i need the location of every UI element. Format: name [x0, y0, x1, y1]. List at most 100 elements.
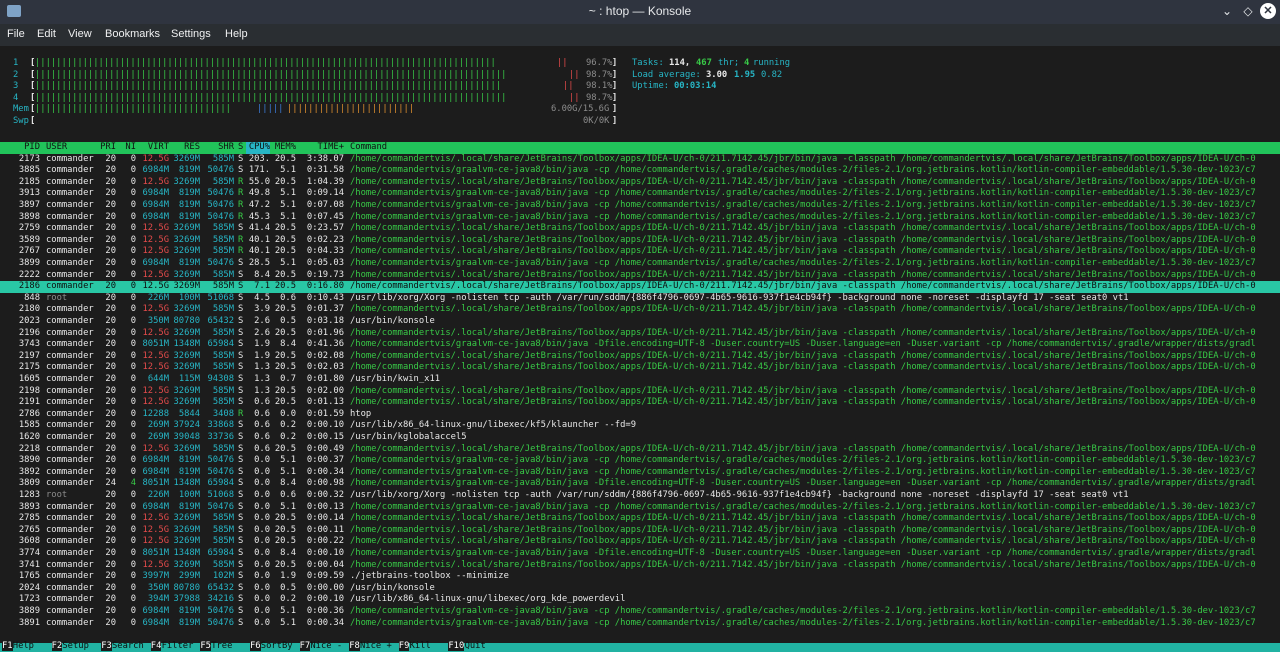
process-row[interactable]: 2785 commander 20 0 12.5G 3269M 585M S 0.0 20.5 0:…: [0, 513, 1280, 525]
process-row[interactable]: 2024 commander 20 0 350M 80780 65432 S 0.0 0.5 0:0…: [0, 583, 1280, 595]
process-row[interactable]: 2180 commander 20 0 12.5G 3269M 585M S 3.9 20.5 0:…: [0, 304, 1280, 316]
process-row[interactable]: 3608 commander 20 0 12.5G 3269M 585M S 0.0 20.5 0:…: [0, 536, 1280, 548]
process-row[interactable]: 3893 commander 20 0 6984M 819M 50476 S 0.0 5.1 0:0…: [0, 502, 1280, 514]
process-row[interactable]: 1283 root 20 0 226M 100M 51068 S 0.0 0.6 0:00.32/u…: [0, 490, 1280, 502]
column-header-cpu[interactable]: CPU%: [246, 142, 270, 154]
minimize-icon[interactable]: ⌄: [1219, 3, 1235, 19]
function-key-f1[interactable]: F1: [2, 641, 13, 651]
column-header-s[interactable]: S: [238, 142, 246, 154]
process-row[interactable]: 1605 commander 20 0 644M 115M 94308 S 1.3 0.7 0:01…: [0, 374, 1280, 386]
function-key-f7[interactable]: F7: [299, 641, 311, 651]
process-row[interactable]: 3743 commander 20 0 8051M 1348M 65984 S 1.9 8.4 0:…: [0, 339, 1280, 351]
cpu-cell: 55.0: [248, 176, 270, 187]
process-row[interactable]: 3890 commander 20 0 6984M 819M 50476 S 0.0 5.1 0:0…: [0, 455, 1280, 467]
process-row[interactable]: 2173 commander 20 0 12.5G 3269M 585M S 203. 20.5 3…: [0, 154, 1280, 166]
process-row[interactable]: 2198 commander 20 0 12.5G 3269M 585M S 1.3 20.5 0:…: [0, 386, 1280, 398]
cpu-cell: 47.2: [248, 200, 270, 210]
process-row[interactable]: 3809 commander 24 4 8051M 1348M 65984 S 0.0 8.4 0:…: [0, 478, 1280, 490]
mem-cell: 8.4: [280, 548, 296, 558]
column-header-pid[interactable]: PID: [0, 142, 40, 154]
column-header-ni[interactable]: NI: [120, 142, 136, 154]
process-row[interactable]: 3774 commander 20 0 8051M 1348M 65984 S 0.0 8.4 0:…: [0, 548, 1280, 560]
process-row[interactable]: 3892 commander 20 0 6984M 819M 50476 S 0.0 5.1 0:0…: [0, 467, 1280, 479]
process-row[interactable]: 2175 commander 20 0 12.5G 3269M 585M S 1.3 20.5 0:…: [0, 362, 1280, 374]
process-row[interactable]: 2767 commander 20 0 12.5G 3269M 585M R 40.1 20.5 0…: [0, 246, 1280, 258]
close-icon[interactable]: ✕: [1260, 3, 1276, 19]
process-row[interactable]: 3897 commander 20 0 6984M 819M 50476 R 47.2 5.1 0:…: [0, 200, 1280, 212]
time-cell: 0:03.18: [306, 316, 344, 326]
time-cell: 0:00.14: [306, 513, 344, 524]
function-key-f6[interactable]: F6: [250, 641, 261, 651]
process-row[interactable]: 1723 commander 20 0 394M 37988 34216 S 0.0 0.2 0:0…: [0, 594, 1280, 606]
function-key-label[interactable]: Tree: [211, 641, 232, 651]
function-key-label[interactable]: Quit: [465, 641, 486, 651]
ni-cell: 0: [130, 223, 136, 234]
menu-file[interactable]: File: [7, 28, 25, 40]
function-key-f5[interactable]: F5: [200, 641, 211, 651]
terminal-area[interactable]: 1[||||||||||||||||||||||||||||||||||||||…: [0, 46, 1280, 652]
state-cell: S: [238, 362, 244, 373]
res-cell: 100M: [178, 292, 200, 303]
function-key-label[interactable]: Filter: [162, 641, 194, 651]
function-key-label[interactable]: Nice -: [310, 641, 342, 651]
process-row[interactable]: 848 root 20 0 226M 100M 51068 S 4.5 0.6 0:10.43/us…: [0, 293, 1280, 305]
command-cell: /home/commandertvis/.local/share/JetBrai…: [350, 443, 1256, 454]
process-row[interactable]: 2765 commander 20 0 12.5G 3269M 585M S 0.0 20.5 0:…: [0, 525, 1280, 537]
state-cell: S: [238, 571, 244, 582]
process-row[interactable]: 3891 commander 20 0 6984M 819M 50476 S 0.0 5.1 0:0…: [0, 618, 1280, 630]
function-key-f9[interactable]: F9: [398, 641, 410, 651]
maximize-icon[interactable]: ◇: [1240, 3, 1256, 19]
column-header-virt[interactable]: VIRT: [139, 142, 169, 154]
function-key-label[interactable]: Search: [112, 641, 144, 651]
function-key-f10[interactable]: F10: [448, 641, 465, 651]
column-header-mem[interactable]: MEM%: [272, 142, 296, 154]
process-row[interactable]: 1620 commander 20 0 269M 39048 33736 S 0.6 0.2 0:0…: [0, 432, 1280, 444]
process-row[interactable]: 3741 commander 20 0 12.5G 3269M 585M S 0.0 20.5 0:…: [0, 560, 1280, 572]
process-row[interactable]: 1585 commander 20 0 269M 37924 33868 S 0.6 0.2 0:0…: [0, 420, 1280, 432]
function-key-label[interactable]: Setup: [62, 641, 88, 651]
menu-settings[interactable]: Settings: [171, 28, 211, 40]
process-row[interactable]: 2197 commander 20 0 12.5G 3269M 585M S 1.9 20.5 0:…: [0, 351, 1280, 363]
process-row[interactable]: 2759 commander 20 0 12.5G 3269M 585M S 41.4 20.5 0…: [0, 223, 1280, 235]
function-key-f3[interactable]: F3: [101, 641, 112, 651]
process-row[interactable]: 3899 commander 20 0 6984M 819M 50476 S 28.5 5.1 0:…: [0, 258, 1280, 270]
process-row[interactable]: 2023 commander 20 0 350M 80780 65432 S 2.6 0.5 0:0…: [0, 316, 1280, 328]
state-cell: S: [238, 443, 244, 454]
process-row[interactable]: 2186 commander 20 0 12.5G 3269M 585M S 7.1 20.5 0:…: [0, 281, 1280, 293]
mem-cell: 5.1: [280, 211, 296, 222]
cpu-cell: 0.0: [254, 548, 270, 558]
function-key-f2[interactable]: F2: [51, 641, 63, 651]
process-row[interactable]: 2786 commander 20 0 12288 5844 3408 R 0.6 0.0 0:01…: [0, 409, 1280, 421]
state-cell: S: [238, 281, 244, 292]
column-header-command[interactable]: Command: [350, 142, 1280, 154]
column-header-shr[interactable]: SHR: [203, 142, 234, 154]
process-row[interactable]: 3898 commander 20 0 6984M 819M 50476 R 45.3 5.1 0:…: [0, 212, 1280, 224]
menu-edit[interactable]: Edit: [37, 28, 56, 40]
column-header-pri[interactable]: PRI: [92, 142, 116, 154]
process-row[interactable]: 1765 commander 20 0 3997M 299M 102M S 0.0 1.9 0:09…: [0, 571, 1280, 583]
process-row[interactable]: 2191 commander 20 0 12.5G 3269M 585M S 0.6 20.5 0:…: [0, 397, 1280, 409]
process-row[interactable]: 2218 commander 20 0 12.5G 3269M 585M S 0.6 20.5 0:…: [0, 444, 1280, 456]
menu-view[interactable]: View: [68, 28, 92, 40]
process-row[interactable]: 2222 commander 20 0 12.5G 3269M 585M S 8.4 20.5 0:…: [0, 270, 1280, 282]
process-row[interactable]: 3913 commander 20 0 6984M 819M 50476 R 49.8 5.1 0:…: [0, 188, 1280, 200]
process-row[interactable]: 3589 commander 20 0 12.5G 3269M 585M R 40.1 20.5 0…: [0, 235, 1280, 247]
column-header-time[interactable]: TIME+: [298, 142, 344, 154]
function-key-label[interactable]: SortBy: [261, 641, 293, 651]
process-row[interactable]: 2196 commander 20 0 12.5G 3269M 585M S 2.6 20.5 0:…: [0, 328, 1280, 340]
function-key-label[interactable]: Nice +: [360, 641, 392, 651]
menu-help[interactable]: Help: [225, 28, 248, 40]
column-header-res[interactable]: RES: [172, 142, 200, 154]
process-row[interactable]: 3889 commander 20 0 6984M 819M 50476 S 0.0 5.1 0:0…: [0, 606, 1280, 618]
menu-bookmarks[interactable]: Bookmarks: [105, 28, 160, 40]
cpu-cell: 171.: [248, 165, 270, 176]
function-key-f4[interactable]: F4: [150, 641, 162, 651]
process-row[interactable]: 2185 commander 20 0 12.5G 3269M 585M R 55.0 20.5 1…: [0, 177, 1280, 189]
shr-cell: 50476: [207, 200, 234, 210]
function-key-label[interactable]: Help: [13, 641, 34, 651]
command-cell: /home/commandertvis/.local/share/JetBrai…: [350, 246, 1256, 257]
function-key-f8[interactable]: F8: [349, 641, 360, 651]
function-key-label[interactable]: Kill: [410, 641, 431, 651]
process-row[interactable]: 3885 commander 20 0 6984M 819M 50476 S 171. 5.1 0:…: [0, 165, 1280, 177]
ni-cell: 0: [130, 455, 136, 466]
